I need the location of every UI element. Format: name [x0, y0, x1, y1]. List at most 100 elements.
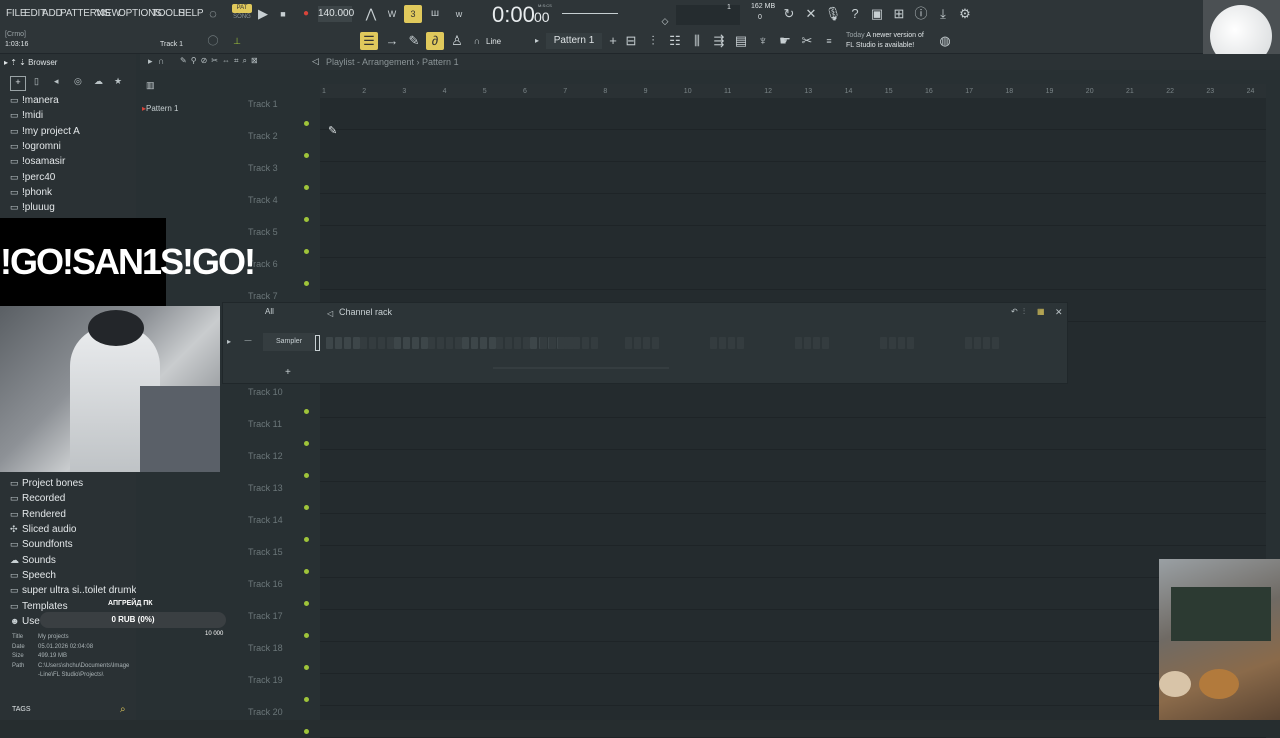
step-button[interactable]	[480, 337, 487, 349]
pitch-knob-icon[interactable]: ⊥	[228, 32, 246, 50]
track-header[interactable]: Track 1	[248, 99, 278, 109]
step-button[interactable]	[992, 337, 999, 349]
step-button[interactable]	[591, 337, 598, 349]
step-button[interactable]	[540, 337, 547, 349]
channel-mute-icon[interactable]: ▸	[227, 337, 231, 346]
pat-mode-button[interactable]: PAT	[232, 4, 252, 13]
step-button[interactable]	[582, 337, 589, 349]
channel-volume-knob[interactable]: —	[241, 337, 255, 349]
step-button[interactable]	[974, 337, 981, 349]
help-icon[interactable]: ?	[846, 5, 864, 23]
tempo-display[interactable]: 140.000	[318, 6, 354, 22]
close-icon[interactable]: ✕	[1055, 307, 1063, 318]
step-button[interactable]	[387, 337, 394, 349]
track-mute-led[interactable]	[304, 153, 309, 158]
browser-item[interactable]: ▭ !phonk	[10, 187, 52, 198]
step-button[interactable]	[719, 337, 726, 349]
step-button[interactable]	[505, 337, 512, 349]
magnet-icon[interactable]: ∩	[468, 32, 486, 50]
step-button[interactable]	[360, 337, 367, 349]
piano-roll-icon[interactable]: ▥	[146, 80, 155, 91]
graph-icon[interactable]: ⫶	[1023, 307, 1025, 317]
metronome-icon[interactable]: ⋀	[362, 5, 380, 23]
step-button[interactable]	[795, 337, 802, 349]
step-button[interactable]	[710, 337, 717, 349]
browser-item[interactable]: ✣ Sliced audio	[10, 524, 76, 535]
plugin-icon[interactable]: ⊞	[890, 5, 908, 23]
track-mute-led[interactable]	[304, 217, 309, 222]
refresh-icon[interactable]: ↻	[780, 5, 798, 23]
track-header[interactable]: Track 4	[248, 195, 278, 205]
browser-item[interactable]: ▭ Rendered	[10, 509, 66, 520]
browser-star-icon[interactable]: ★	[114, 76, 122, 87]
track-mute-led[interactable]	[304, 441, 309, 446]
piano-roll-icon[interactable]: ⫶	[644, 32, 662, 50]
track-header[interactable]: Track 2	[248, 131, 278, 141]
browser-item[interactable]: ▭ Soundfonts	[10, 539, 73, 550]
undo-icon[interactable]: ↶	[1011, 307, 1018, 316]
mixer-icon[interactable]: ⫼	[688, 32, 706, 50]
track-header[interactable]: Track 17	[248, 611, 283, 621]
browser-item[interactable]: ▭ !ogromni	[10, 141, 61, 152]
magnet-snap-icon[interactable]: ∩	[158, 56, 164, 66]
stamp-icon[interactable]: ♙	[448, 32, 466, 50]
track-mute-led[interactable]	[304, 665, 309, 670]
browser-item[interactable]: ▭ !my project A	[10, 126, 80, 137]
track-header[interactable]: Track 5	[248, 227, 278, 237]
channel-filter[interactable]: All	[265, 307, 274, 316]
step-button[interactable]	[496, 337, 503, 349]
browser-header[interactable]: ▸ ⇡ ⇣ Browser	[4, 58, 57, 67]
plugin-picker-icon[interactable]: ♆	[754, 32, 772, 50]
step-button[interactable]	[652, 337, 659, 349]
browser-files-icon[interactable]: ▯	[34, 76, 39, 87]
cpu-loop-icon[interactable]: ◌	[204, 5, 222, 23]
project-icon[interactable]: ▤	[732, 32, 750, 50]
track-mute-led[interactable]	[304, 281, 309, 286]
menu-help[interactable]: HELP	[178, 8, 204, 19]
step-button[interactable]	[983, 337, 990, 349]
step-button[interactable]	[369, 337, 376, 349]
browser-item[interactable]: ☻ Use	[10, 616, 40, 627]
step-button[interactable]	[907, 337, 914, 349]
step-button[interactable]	[822, 337, 829, 349]
track-header[interactable]: Track 14	[248, 515, 283, 525]
channel-rack-icon[interactable]: ☷	[666, 32, 684, 50]
step-button[interactable]	[462, 337, 469, 349]
pattern-select[interactable]: Pattern 1	[546, 33, 602, 49]
track-mute-led[interactable]	[304, 185, 309, 190]
news-panel[interactable]: Today A newer version of FL Studio is av…	[846, 31, 924, 51]
step-button[interactable]	[804, 337, 811, 349]
step-button[interactable]	[489, 337, 496, 349]
browser-cloud-icon[interactable]: ☁	[94, 76, 103, 87]
track-mute-led[interactable]	[304, 633, 309, 638]
midi-icon[interactable]: ✕	[802, 5, 820, 23]
step-button[interactable]	[898, 337, 905, 349]
browser-item[interactable]: ▭ Templates	[10, 601, 68, 612]
browser-plugins-icon[interactable]: ◂	[54, 76, 59, 87]
browser-all-icon[interactable]: +	[10, 76, 26, 91]
add-pattern-icon[interactable]: +	[604, 32, 622, 50]
step-button[interactable]	[514, 337, 521, 349]
arrow-icon[interactable]: →	[383, 32, 401, 50]
browser-item[interactable]: ▭ !osamasir	[10, 156, 65, 167]
browser-menu-icon[interactable]: ▸ ⇡ ⇣	[4, 58, 28, 67]
browser-item[interactable]: ▭ Recorded	[10, 493, 65, 504]
knob-icon[interactable]: ◯	[204, 32, 222, 50]
download-icon[interactable]: ⤓	[934, 5, 952, 23]
browser-item[interactable]: ▭ Project bones	[10, 478, 83, 489]
channel-name-button[interactable]: Sampler	[263, 333, 315, 351]
step-button[interactable]	[446, 337, 453, 349]
step-button[interactable]	[558, 337, 565, 349]
step-button[interactable]	[567, 337, 574, 349]
track-header[interactable]: Track 10	[248, 387, 283, 397]
track-header[interactable]: Track 16	[248, 579, 283, 589]
browser-item[interactable]: ▭ !manera	[10, 95, 59, 106]
browser-item[interactable]: ▭ Speech	[10, 570, 56, 581]
track-mute-led[interactable]	[304, 697, 309, 702]
track-header[interactable]: Track 13	[248, 483, 283, 493]
step-button[interactable]	[523, 337, 530, 349]
stop-icon[interactable]: ■	[274, 5, 292, 23]
step-button[interactable]	[428, 337, 435, 349]
playlist-menu-icon[interactable]: ▸	[148, 56, 153, 67]
track-mute-led[interactable]	[304, 569, 309, 574]
